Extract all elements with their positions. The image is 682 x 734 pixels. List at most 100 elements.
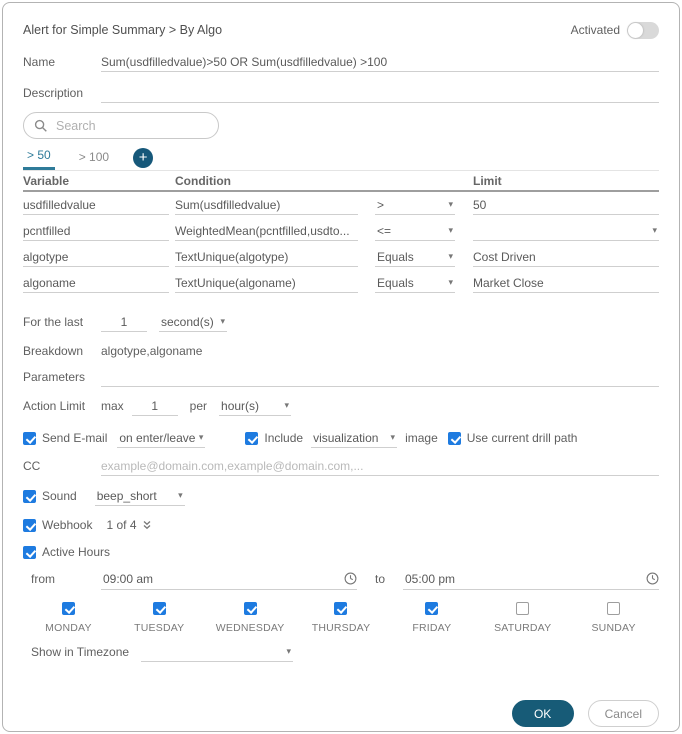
active-hours-checkbox[interactable] [23,545,36,559]
tab-gt-100[interactable]: > 100 [75,150,113,169]
add-tab-button[interactable]: + [133,147,154,168]
clock-icon[interactable] [344,572,357,585]
for-the-last-value[interactable] [101,312,147,332]
sound-select[interactable]: beep_short ▾ [94,486,185,506]
day-label: THURSDAY [311,622,371,634]
limit-select[interactable]: ▾ [473,221,659,241]
conditions-header: Variable Condition Limit [23,170,659,192]
condition-input[interactable] [175,195,358,215]
include-checkbox[interactable] [245,431,259,445]
from-label: from [31,572,55,586]
from-time-value[interactable]: 09:00 am [101,572,344,586]
day-checkbox-saturday[interactable] [516,602,530,615]
active-hours-label: Active Hours [42,545,111,559]
search-box[interactable] [23,112,219,139]
sound-checkbox[interactable] [23,489,36,503]
chevron-down-icon: ▾ [220,316,225,326]
toggle-knob [628,22,643,38]
day-label: MONDAY [45,622,92,634]
dialog-title: Alert for Simple Summary > By Algo [23,23,223,37]
limit-input[interactable] [473,195,659,215]
limit-input[interactable] [473,273,659,293]
day-checkbox-thursday[interactable] [334,602,348,615]
condition-row: Equals▾ [23,244,659,270]
days-of-week: MONDAY TUESDAY WEDNESDAY THURSDAY FRIDAY… [23,602,659,634]
action-limit-value[interactable] [131,396,178,416]
to-time-value[interactable]: 05:00 pm [403,572,646,586]
tab-gt-50[interactable]: > 50 [23,148,55,170]
operator-select[interactable]: Equals ▾ [375,247,455,267]
condition-input[interactable] [175,273,358,293]
chevron-down-icon: ▾ [178,490,183,500]
operator-select[interactable]: > ▾ [375,195,455,215]
day-checkbox-sunday[interactable] [607,602,621,615]
timezone-label: Show in Timezone [31,645,130,659]
day-checkbox-wednesday[interactable] [243,602,257,615]
double-chevron-down-icon [143,520,150,529]
to-time-field[interactable]: 05:00 pm [403,568,659,590]
webhook-checkbox[interactable] [23,518,36,532]
ok-button[interactable]: OK [511,700,574,727]
col-limit: Limit [473,173,502,188]
cc-label: CC [23,459,41,473]
variable-input[interactable] [23,273,169,293]
chevron-down-icon: ▾ [448,251,453,261]
email-trigger-select[interactable]: on enter/leave ▾ [117,428,206,448]
clock-icon[interactable] [646,572,659,585]
variable-input[interactable] [23,195,169,215]
chevron-down-icon: ▾ [448,277,453,287]
operator-select[interactable]: <= ▾ [375,221,455,241]
condition-input[interactable] [175,247,358,267]
parameters-label: Parameters [23,370,86,384]
activated-toggle[interactable] [627,21,659,39]
plus-icon: + [138,149,148,166]
image-label: image [405,431,438,445]
drill-path-checkbox[interactable] [447,431,461,445]
from-time-field[interactable]: 09:00 am [101,568,357,590]
activated-label: Activated [570,23,620,37]
description-input[interactable] [101,83,659,103]
limit-input[interactable] [473,247,659,267]
chevron-down-icon: ▾ [652,225,657,235]
day-checkbox-friday[interactable] [425,602,439,615]
search-input[interactable] [56,118,217,133]
webhook-expand-button[interactable] [142,520,152,531]
action-limit-label: Action Limit [23,399,86,413]
send-email-checkbox[interactable] [23,431,36,445]
name-input[interactable] [101,52,659,72]
variable-input[interactable] [23,221,169,241]
day-label: TUESDAY [134,622,185,634]
parameters-input[interactable] [101,367,659,387]
cancel-button[interactable]: Cancel [587,700,659,727]
operator-select[interactable]: Equals ▾ [375,273,455,293]
cc-input[interactable] [101,456,659,476]
time-unit-select[interactable]: second(s) ▾ [159,312,227,332]
condition-input[interactable] [175,221,358,241]
day-checkbox-tuesday[interactable] [152,602,166,615]
day-label: SATURDAY [494,622,552,634]
col-variable: Variable [23,173,70,188]
send-email-label: Send E-mail [42,431,108,445]
include-type-select[interactable]: visualization ▾ [311,428,398,448]
condition-row: <=▾ ▾ [23,218,659,244]
condition-row: Equals▾ [23,270,659,296]
for-the-last-label: For the last [23,315,84,329]
per-label: per [189,399,208,413]
max-label: max [101,399,124,413]
webhook-label: Webhook [42,518,93,532]
chevron-down-icon: ▾ [448,225,453,235]
alert-dialog: Alert for Simple Summary > By Algo Activ… [2,2,680,732]
action-limit-unit-select[interactable]: hour(s) ▾ [219,396,292,416]
chevron-down-icon: ▾ [286,646,292,656]
variable-input[interactable] [23,247,169,267]
chevron-down-icon: ▾ [198,432,204,442]
chevron-down-icon: ▾ [390,432,396,442]
day-checkbox-monday[interactable] [61,602,75,615]
timezone-select[interactable]: ▾ [141,642,294,662]
condition-row: >▾ [23,192,659,218]
day-label: SUNDAY [591,622,636,634]
chevron-down-icon: ▾ [448,199,453,209]
breakdown-label: Breakdown [23,344,84,358]
search-icon [34,119,48,133]
day-label: FRIDAY [412,622,452,634]
